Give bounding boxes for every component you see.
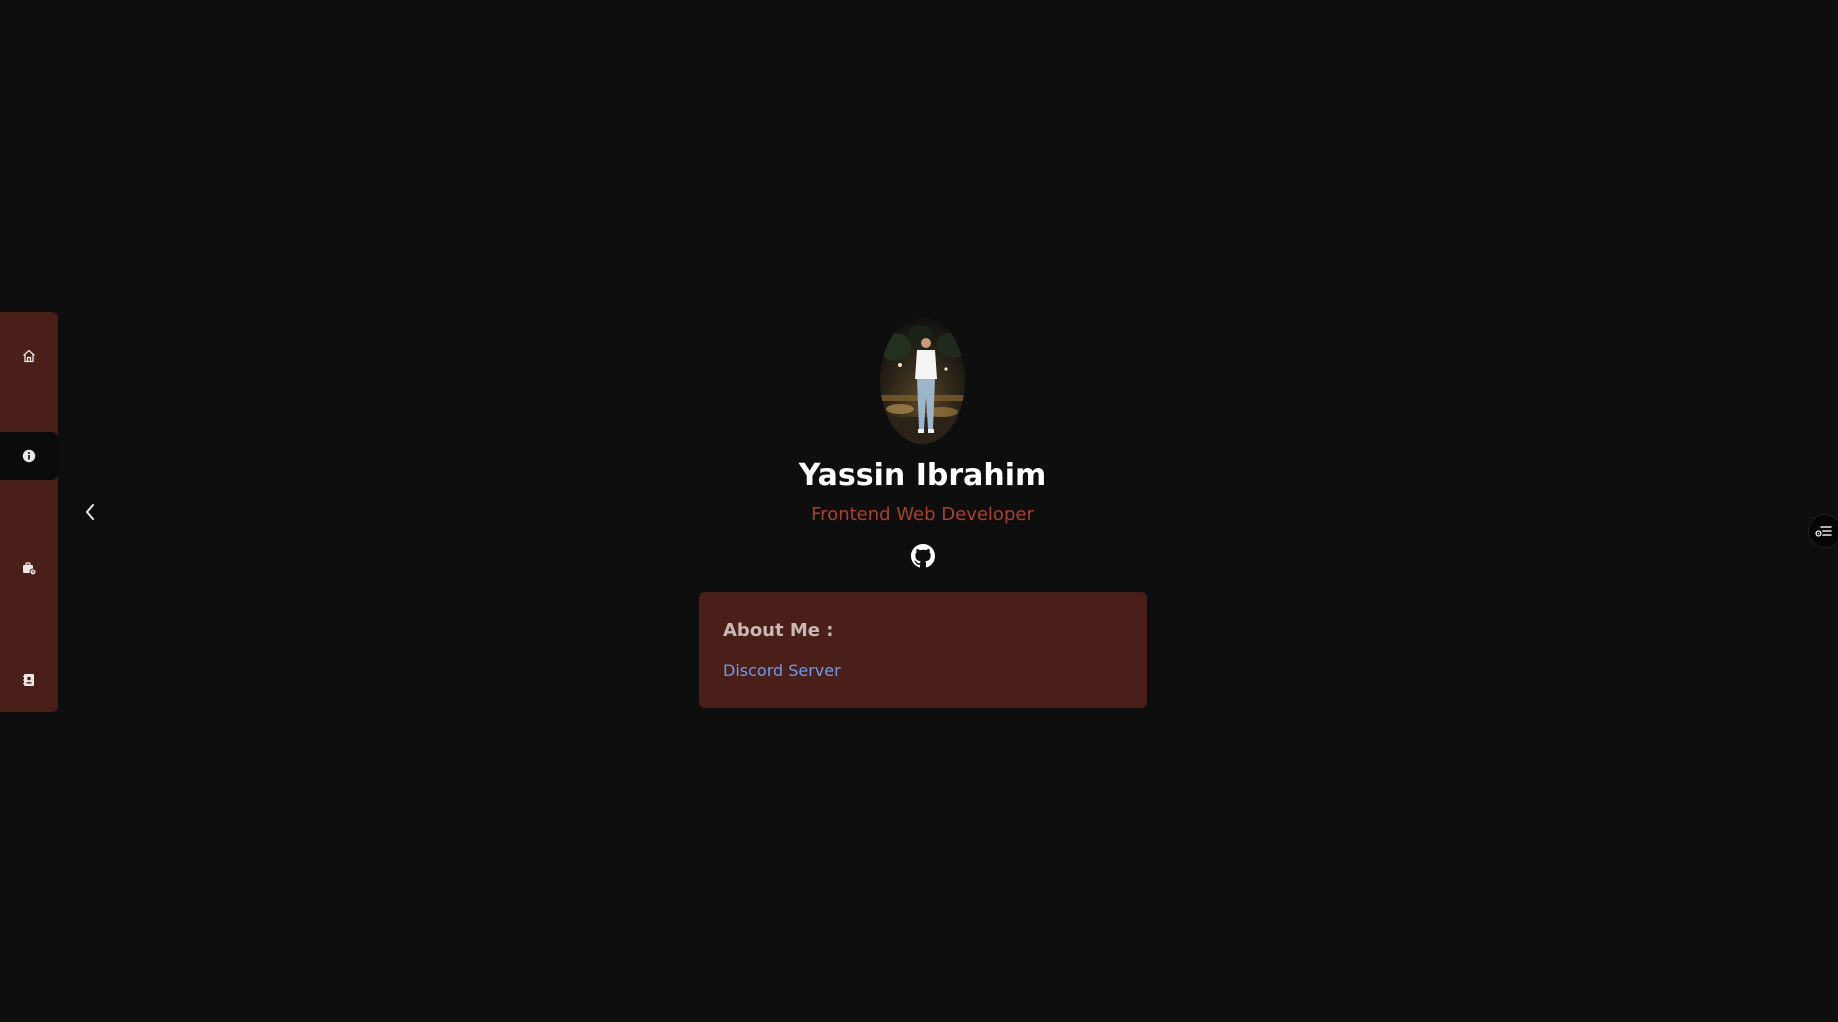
avatar bbox=[880, 317, 965, 444]
sidebar-item-portfolio[interactable] bbox=[0, 544, 58, 592]
discord-server-link[interactable]: Discord Server bbox=[723, 661, 841, 680]
about-title: About Me : bbox=[723, 620, 834, 641]
settings-list-icon bbox=[1815, 526, 1832, 537]
contact-icon bbox=[23, 674, 34, 686]
sidebar-item-contact[interactable] bbox=[0, 656, 58, 704]
briefcase-icon bbox=[23, 562, 37, 576]
profile-role: Frontend Web Developer bbox=[811, 504, 1034, 525]
github-icon bbox=[911, 544, 935, 568]
home-icon bbox=[23, 349, 35, 363]
profile-name: Yassin Ibrahim bbox=[798, 458, 1047, 493]
sidebar-item-home[interactable] bbox=[0, 332, 58, 380]
about-card: About Me : Discord Server bbox=[699, 592, 1147, 708]
avatar-photo bbox=[880, 317, 965, 444]
github-link[interactable] bbox=[911, 544, 935, 568]
